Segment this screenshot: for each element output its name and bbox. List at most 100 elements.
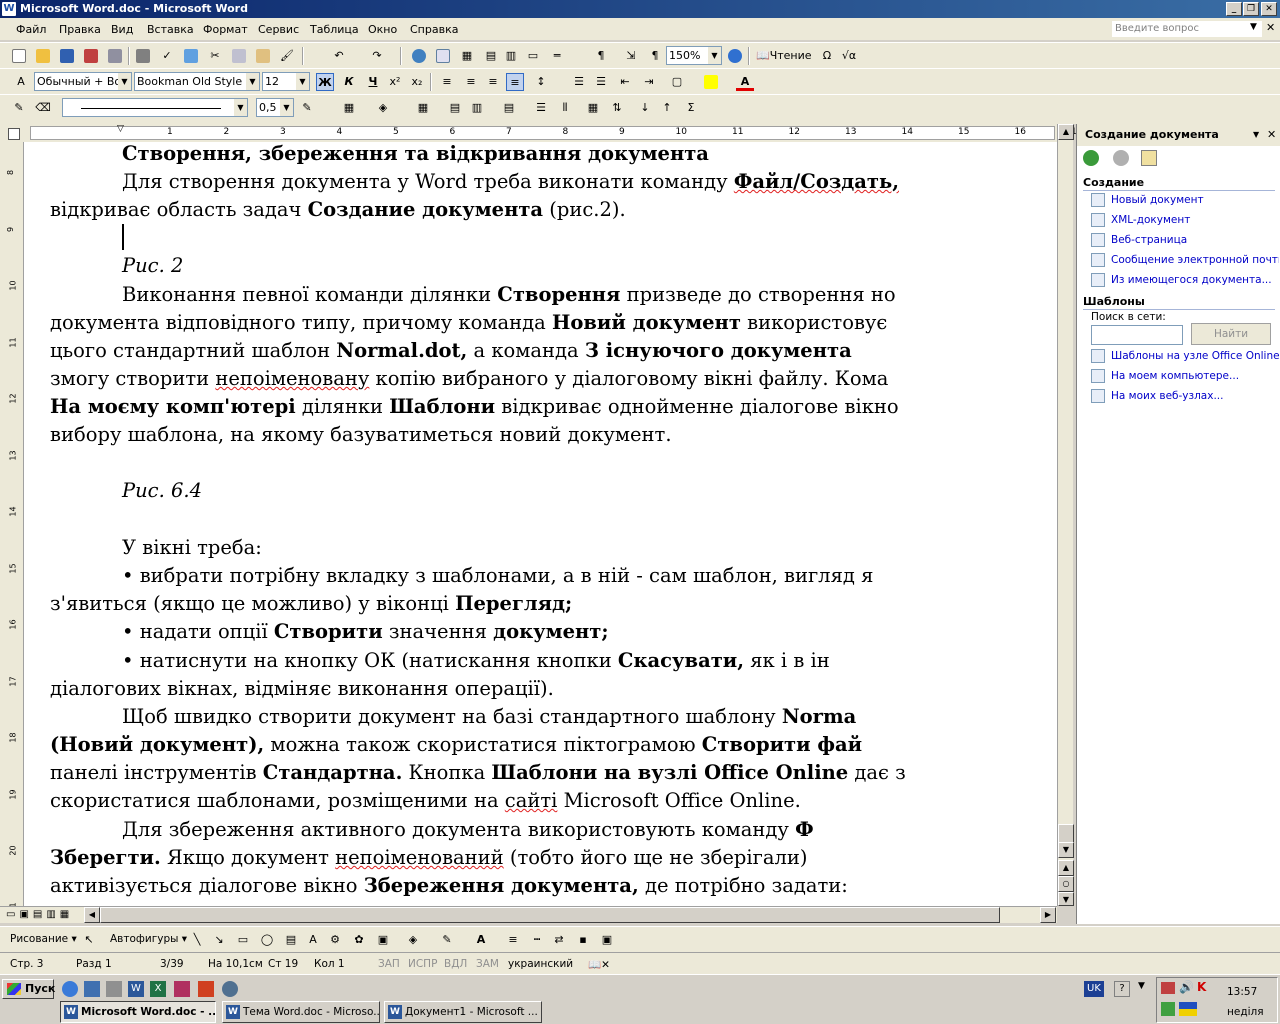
subscript-icon[interactable]: x₂ [408,73,426,91]
dash-style-icon[interactable]: ┅ [528,931,546,949]
sort-asc-icon[interactable]: ↓ [636,99,654,117]
numbering-icon[interactable]: ☰ [570,73,588,91]
split-cells-icon[interactable]: ▥ [468,99,486,117]
menu-view[interactable]: Вид [111,23,133,36]
menu-window[interactable]: Окно [368,23,397,36]
symbol-icon[interactable]: Ω [818,47,836,65]
arrow-style-icon[interactable]: ⇄ [550,931,568,949]
document-map-icon[interactable]: ═ [548,47,566,65]
line-spacing-icon[interactable]: ↕ [532,73,550,91]
help-tray-icon[interactable]: ? [1114,981,1130,997]
open-icon[interactable] [34,47,52,65]
save-icon[interactable] [58,47,76,65]
italic-button[interactable]: К [340,73,358,91]
font-size-select[interactable]: 12 ▼ [262,72,310,91]
close-button[interactable]: ✕ [1261,2,1277,16]
font-color-icon[interactable]: A [736,73,754,91]
underline-button[interactable]: Ч [364,73,382,91]
home-icon[interactable] [1141,150,1157,166]
menu-format[interactable]: Формат [203,23,248,36]
horizontal-ruler[interactable]: ▽ 1234567891011121314151617 [0,124,1082,142]
word-app-icon[interactable]: W [2,2,16,16]
volume-icon[interactable]: 🔊 [1179,980,1194,994]
oval-tool-icon[interactable]: ◯ [258,931,276,949]
style-select[interactable]: Обычный + Boo ▼ [34,72,132,91]
text-direction-icon[interactable]: ⇅ [608,99,626,117]
borders-icon[interactable]: ▢ [668,73,686,91]
task-button-word-doc[interactable]: W Microsoft Word.doc - ... [60,1001,216,1023]
autosum-icon[interactable]: Σ [682,99,700,117]
ie-icon[interactable] [62,981,78,997]
textbox-tool-icon[interactable]: ▤ [282,931,300,949]
menu-file[interactable]: Файл [16,23,46,36]
border-color-icon[interactable]: ✎ [298,99,316,117]
view-buttons[interactable]: ▭▣▤▥▦ [6,909,73,920]
link-new-document[interactable]: Новый документ [1091,191,1279,209]
format-painter-icon[interactable]: 🖌 [278,47,296,65]
horizontal-scrollbar[interactable]: ▭▣▤▥▦ ◀ ▶ [0,906,1057,923]
align-right-icon[interactable]: ≡ [484,73,502,91]
insert-excel-icon[interactable]: ▤ [482,47,500,65]
line-weight-select[interactable]: 0,5 ▼ [256,98,294,117]
distribute-cols-icon[interactable]: ⦀ [556,99,574,117]
media-quick-icon[interactable] [222,981,238,997]
align-left-icon[interactable]: ≡ [438,73,456,91]
calculator-icon[interactable] [106,981,122,997]
minimize-button[interactable]: _ [1226,2,1242,16]
ask-question-input[interactable]: Введите вопрос [1112,21,1262,37]
antivirus-icon[interactable]: K [1197,980,1206,994]
preview-icon[interactable] [134,47,152,65]
select-objects-icon[interactable]: ↖ [80,931,98,949]
forward-icon[interactable] [1113,150,1129,166]
task-button-document1[interactable]: W Документ1 - Microsoft ... [384,1001,542,1023]
line-style-select[interactable]: ▼ [62,98,248,117]
sync-icon[interactable] [1161,1002,1175,1016]
copy-icon[interactable] [230,47,248,65]
status-track[interactable]: ИСПР [408,958,437,970]
decrease-indent-icon[interactable]: ⇤ [616,73,634,91]
link-xml-document[interactable]: XML-документ [1091,211,1279,229]
shadow-icon[interactable]: ▪ [574,931,592,949]
close-doc-icon[interactable]: ✕ [1266,21,1275,34]
menu-table[interactable]: Таблица [310,23,359,36]
scroll-left-icon[interactable]: ◀ [84,907,100,923]
autoformat-icon[interactable]: ▦ [584,99,602,117]
ask-dropdown-icon[interactable]: ▼ [1250,22,1257,32]
redo-icon[interactable]: ↷ [368,47,386,65]
document-area[interactable]: Створення, збереження та відкривання док… [24,142,1057,906]
autoshapes-menu[interactable]: Автофигуры ▾ [110,933,187,945]
text-color-icon[interactable]: A [472,931,490,949]
insert-table-icon[interactable]: ▦ [458,47,476,65]
scroll-right-icon[interactable]: ▶ [1040,907,1056,923]
diagram-icon[interactable]: ⚙ [326,931,344,949]
prev-page-icon[interactable]: ▲ [1058,860,1074,876]
line-tool-icon[interactable]: ╲ [188,931,206,949]
superscript-icon[interactable]: x² [386,73,404,91]
cut-icon[interactable]: ✂ [206,47,224,65]
task-pane-menu-icon[interactable]: ▼ [1253,130,1259,139]
arrow-tool-icon[interactable]: ↘ [210,931,228,949]
excel-quick-icon[interactable]: X [150,981,166,997]
browse-object-icon[interactable]: ○ [1058,876,1074,892]
link-my-websites[interactable]: На моих веб-узлах... [1091,387,1279,405]
spelling-icon[interactable]: ✓ [158,47,176,65]
menu-insert[interactable]: Вставка [147,23,194,36]
font-select[interactable]: Bookman Old Style ▼ [134,72,260,91]
link-on-my-computer[interactable]: На моем компьютере... [1091,367,1279,385]
status-extend[interactable]: ВДЛ [444,958,467,970]
powerpoint-quick-icon[interactable] [198,981,214,997]
first-line-indent-icon[interactable]: ▽ [117,124,124,134]
menu-edit[interactable]: Правка [59,23,101,36]
reading-icon[interactable]: ⇲ [622,47,640,65]
insert-table-2-icon[interactable]: ▦ [414,99,432,117]
paste-icon[interactable] [254,47,272,65]
distribute-rows-icon[interactable]: ☰ [532,99,550,117]
merge-cells-icon[interactable]: ▤ [446,99,464,117]
styles-icon[interactable]: A [12,73,30,91]
hyperlink-icon[interactable] [410,47,428,65]
network-icon[interactable] [1161,982,1175,994]
bold-button[interactable]: Ж [316,73,334,91]
permission-icon[interactable] [82,47,100,65]
highlight-icon[interactable] [702,73,720,91]
back-icon[interactable] [1083,150,1099,166]
